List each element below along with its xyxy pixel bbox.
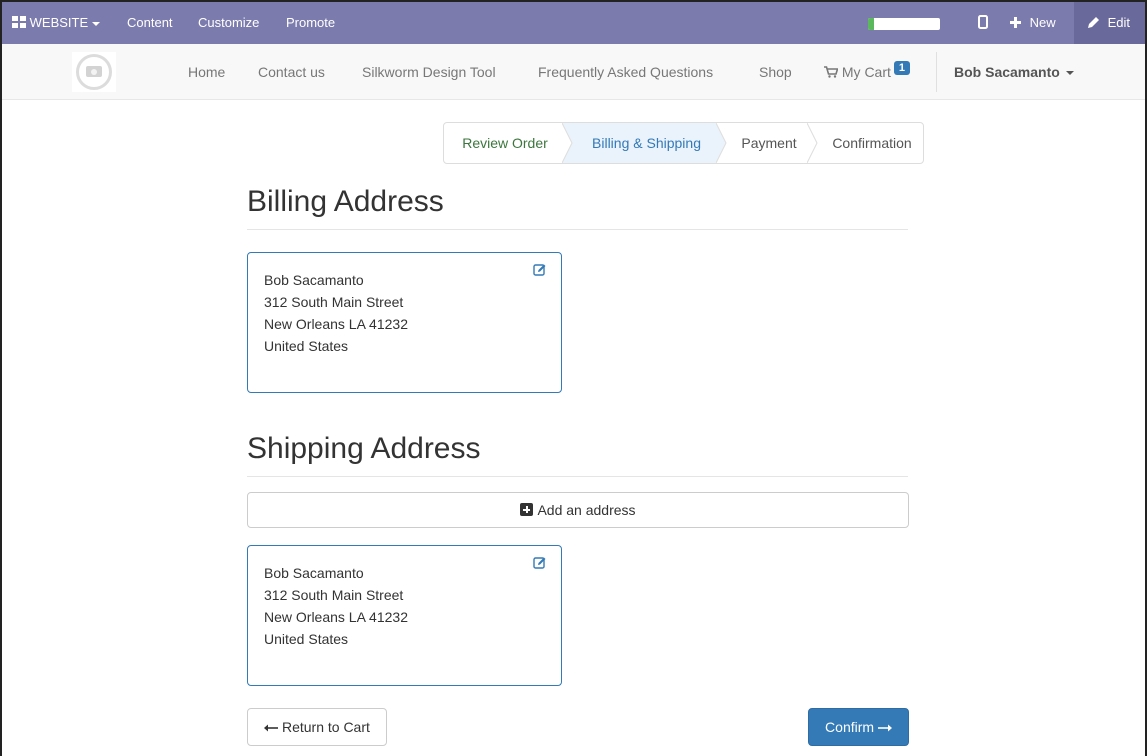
nav-faq[interactable]: Frequently Asked Questions (538, 44, 713, 100)
confirm-button[interactable]: Confirm (808, 708, 909, 746)
arrow-left-icon (264, 724, 279, 732)
return-to-cart-button[interactable]: Return to Cart (247, 708, 387, 746)
edit-square-icon[interactable] (533, 556, 547, 570)
address-line: New Orleans LA 41232 (264, 609, 408, 625)
address-line: United States (264, 631, 349, 647)
grid-icon (12, 16, 26, 28)
browser-frame: WEBSITE Content Customize Promote New Ed… (0, 0, 1147, 756)
camera-icon (86, 66, 102, 77)
new-button-label: New (1029, 15, 1056, 30)
edit-square-icon[interactable] (533, 263, 547, 277)
nav-silkworm-design-tool[interactable]: Silkworm Design Tool (362, 44, 496, 100)
mobile-preview-button[interactable] (978, 2, 988, 44)
arrow-right-icon (877, 724, 892, 732)
admin-menu-content[interactable]: Content (127, 2, 173, 44)
admin-menu-customize[interactable]: Customize (198, 2, 259, 44)
step-billing-shipping[interactable]: Billing & Shipping (572, 123, 721, 163)
new-button[interactable]: New (1010, 2, 1056, 44)
add-address-label: Add an address (537, 502, 636, 518)
step-confirmation[interactable]: Confirmation (821, 123, 923, 163)
main-navbar: Home Contact us Silkworm Design Tool Fre… (2, 44, 1145, 100)
address-line: 312 South Main Street (264, 294, 404, 310)
admin-menu-promote[interactable]: Promote (286, 2, 335, 44)
pencil-icon (1088, 17, 1099, 28)
step-review-order[interactable]: Review Order (444, 123, 566, 163)
mobile-icon (978, 15, 988, 29)
shipping-address-card[interactable]: Bob Sacamanto 312 South Main Street New … (247, 545, 562, 686)
address-line: New Orleans LA 41232 (264, 316, 408, 332)
add-address-button[interactable]: Add an address (247, 492, 909, 528)
user-menu[interactable]: Bob Sacamanto (954, 44, 1074, 100)
step-separator (716, 123, 730, 163)
plus-icon (1010, 17, 1021, 28)
cart-icon (824, 66, 839, 78)
billing-address-card[interactable]: Bob Sacamanto 312 South Main Street New … (247, 252, 562, 393)
caret-down-icon (1065, 71, 1074, 76)
step-payment[interactable]: Payment (729, 123, 809, 163)
confirm-label: Confirm (825, 719, 875, 735)
address-line: United States (264, 338, 349, 354)
step-separator (807, 123, 818, 163)
edit-button[interactable]: Edit (1074, 2, 1145, 44)
divider (247, 229, 908, 230)
shipping-heading: Shipping Address (247, 432, 481, 465)
plus-square-icon (520, 503, 534, 516)
nav-shop[interactable]: Shop (759, 44, 792, 100)
edit-button-label: Edit (1107, 15, 1131, 30)
cart-label: My Cart (841, 64, 891, 80)
progress-bar (868, 18, 940, 30)
site-logo[interactable] (72, 52, 116, 92)
nav-my-cart[interactable]: My Cart 1 (824, 44, 911, 100)
user-name: Bob Sacamanto (954, 64, 1060, 80)
billing-heading: Billing Address (247, 185, 444, 218)
address-line: 312 South Main Street (264, 587, 404, 603)
nav-contact-us[interactable]: Contact us (258, 44, 325, 100)
caret-down-icon (92, 21, 101, 26)
step-separator (562, 123, 576, 163)
admin-bar: WEBSITE Content Customize Promote New Ed… (2, 2, 1145, 44)
checkout-steps: Review Order Billing & Shipping Payment … (443, 122, 924, 164)
address-line: Bob Sacamanto (264, 565, 364, 581)
cart-count-badge: 1 (893, 61, 911, 75)
divider (247, 476, 908, 477)
nav-divider (936, 52, 937, 92)
website-menu-label: WEBSITE (29, 15, 89, 30)
return-to-cart-label: Return to Cart (281, 719, 370, 735)
website-menu[interactable]: WEBSITE (12, 2, 101, 44)
address-line: Bob Sacamanto (264, 272, 364, 288)
nav-home[interactable]: Home (188, 44, 225, 100)
progress-fill (868, 18, 874, 30)
